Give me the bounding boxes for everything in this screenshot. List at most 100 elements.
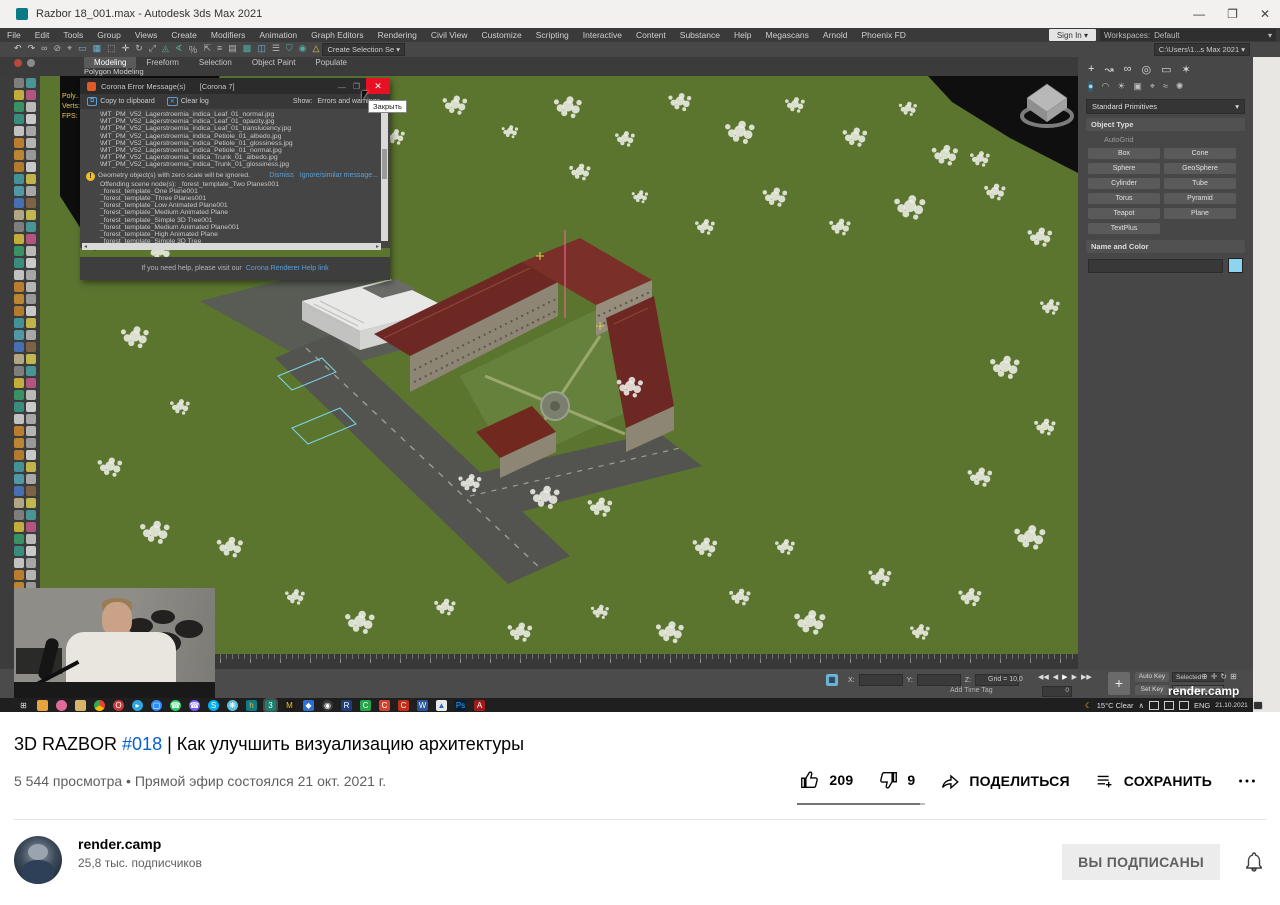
add-time-tag[interactable]: Add Time Tag xyxy=(950,687,993,694)
left-toolbar-icon[interactable] xyxy=(26,378,36,388)
left-toolbar-icon[interactable] xyxy=(26,366,36,376)
left-toolbar-icon[interactable] xyxy=(14,426,24,436)
c-red2-app-icon[interactable]: C xyxy=(398,699,409,711)
menu-item[interactable]: Help xyxy=(727,30,758,40)
left-toolbar-icon[interactable] xyxy=(14,510,24,520)
more-actions-button[interactable] xyxy=(1228,770,1266,792)
left-toolbar-icon[interactable] xyxy=(26,150,36,160)
dialog-maximize-icon[interactable]: ❐ xyxy=(353,82,360,91)
left-toolbar-icon[interactable] xyxy=(14,378,24,388)
left-toolbar-icon[interactable] xyxy=(14,342,24,352)
shapes-category-icon[interactable]: ◠ xyxy=(1101,81,1109,92)
object-type-button[interactable]: Tube xyxy=(1164,178,1236,189)
percent-snap-icon[interactable]: ％ xyxy=(188,43,197,56)
acrobat-icon[interactable]: A xyxy=(474,699,485,711)
left-toolbar-icon[interactable] xyxy=(26,210,36,220)
subscribed-button[interactable]: ВЫ ПОДПИСАНЫ xyxy=(1062,844,1220,880)
left-toolbar-icon[interactable] xyxy=(26,186,36,196)
menu-item[interactable]: Rendering xyxy=(371,30,424,40)
left-toolbar-icon[interactable] xyxy=(26,90,36,100)
undo-icon[interactable]: ↶ xyxy=(14,43,22,56)
like-button[interactable]: 209 xyxy=(791,769,861,791)
left-toolbar-icon[interactable] xyxy=(26,522,36,532)
left-toolbar-icon[interactable] xyxy=(14,162,24,172)
primitives-category-dropdown[interactable]: Standard Primitives ▾ xyxy=(1086,99,1245,114)
y-coordinate-field[interactable] xyxy=(916,674,961,686)
selection-set-dropdown[interactable]: Create Selection Se ▾ xyxy=(322,43,406,56)
orbit-icon[interactable]: ↻ xyxy=(1220,672,1227,681)
menu-item[interactable]: Scripting xyxy=(529,30,576,40)
left-toolbar-icon[interactable] xyxy=(14,210,24,220)
add-keyframe-button[interactable]: + xyxy=(1108,672,1130,695)
layer-manager-icon[interactable]: ▤ xyxy=(228,43,237,56)
left-toolbar-icon[interactable] xyxy=(26,234,36,244)
set-key-button[interactable]: Set Key xyxy=(1135,685,1169,695)
video-player[interactable]: Razbor 18_001.max - Autodesk 3ds Max 202… xyxy=(0,0,1280,712)
left-toolbar-icon[interactable] xyxy=(14,282,24,292)
select-and-link-icon[interactable]: ∞ xyxy=(41,43,47,56)
left-toolbar-icon[interactable] xyxy=(26,402,36,412)
left-toolbar-icon[interactable] xyxy=(14,366,24,376)
dialog-vertical-scrollbar[interactable] xyxy=(381,109,388,241)
left-toolbar-icon[interactable] xyxy=(14,546,24,556)
language-indicator[interactable]: ENG xyxy=(1194,701,1210,710)
dialog-horizontal-scrollbar[interactable]: ◂ ▸ xyxy=(82,243,381,250)
angle-snap-icon[interactable]: ∢ xyxy=(175,43,183,56)
close-icon[interactable]: ✕ xyxy=(1260,7,1270,21)
left-toolbar-icon[interactable] xyxy=(26,534,36,544)
select-and-move-icon[interactable]: ✛ xyxy=(122,43,130,56)
left-toolbar-icon[interactable] xyxy=(14,90,24,100)
render-setup-icon[interactable]: ⛉ xyxy=(286,43,293,56)
left-toolbar-icon[interactable] xyxy=(26,294,36,304)
left-toolbar-icon[interactable] xyxy=(26,510,36,520)
minimize-icon[interactable]: — xyxy=(1193,7,1205,21)
object-type-button[interactable]: GeoSphere xyxy=(1164,163,1236,174)
notification-icon[interactable] xyxy=(1252,700,1263,710)
left-toolbar-icon[interactable] xyxy=(26,546,36,556)
left-toolbar-icon[interactable] xyxy=(14,306,24,316)
left-toolbar-icon[interactable] xyxy=(14,138,24,148)
notification-bell-icon[interactable] xyxy=(1242,850,1266,874)
left-toolbar-icon[interactable] xyxy=(26,78,36,88)
menu-item[interactable]: Graph Editors xyxy=(304,30,370,40)
next-frame-icon[interactable]: ▶ xyxy=(1072,673,1077,681)
object-type-button[interactable]: Box xyxy=(1088,148,1160,159)
left-toolbar-icon[interactable] xyxy=(26,102,36,112)
ribbon-subtitle[interactable]: Polygon Modeling xyxy=(84,67,144,76)
menu-item[interactable]: Tools xyxy=(56,30,90,40)
3ds-max-icon[interactable]: 3 xyxy=(263,697,278,712)
left-toolbar-icon[interactable] xyxy=(14,318,24,328)
object-color-swatch[interactable] xyxy=(1228,258,1243,273)
left-toolbar-icon[interactable] xyxy=(14,222,24,232)
volume-icon[interactable] xyxy=(1179,700,1189,710)
left-toolbar-icon[interactable] xyxy=(14,462,24,472)
dialog-minimize-icon[interactable]: — xyxy=(338,83,346,92)
unlink-selection-icon[interactable]: ⊘ xyxy=(54,43,62,56)
scene-explorer-icon[interactable]: ▩ xyxy=(243,43,252,56)
zoom-icon[interactable]: ⊕ xyxy=(1201,672,1208,681)
left-toolbar-icon[interactable] xyxy=(14,198,24,208)
cameras-category-icon[interactable]: ▣ xyxy=(1133,81,1142,92)
menu-item[interactable]: Modifiers xyxy=(204,30,252,40)
menu-item[interactable]: Substance xyxy=(673,30,727,40)
menu-item[interactable]: Arnold xyxy=(816,30,855,40)
create-tab-icon[interactable]: + xyxy=(1088,63,1094,76)
left-toolbar-icon[interactable] xyxy=(14,498,24,508)
menu-item[interactable]: Edit xyxy=(28,30,57,40)
channel-avatar[interactable] xyxy=(14,836,62,884)
left-toolbar-icon[interactable] xyxy=(26,306,36,316)
left-toolbar-icon[interactable] xyxy=(14,474,24,484)
auto-key-button[interactable]: Auto Key xyxy=(1135,672,1169,682)
left-toolbar-icon[interactable] xyxy=(26,282,36,292)
select-object-icon[interactable]: ▭ xyxy=(78,43,87,56)
curve-editor-icon[interactable]: ☰ xyxy=(272,43,280,56)
left-toolbar-icon[interactable] xyxy=(14,294,24,304)
c-red-app-icon[interactable]: C xyxy=(379,699,390,711)
left-toolbar-icon[interactable] xyxy=(26,462,36,472)
ribbon-tab[interactable]: Freeform xyxy=(136,57,188,68)
menu-item[interactable]: Animation xyxy=(252,30,304,40)
creative-app-icon[interactable]: ❋ xyxy=(227,699,238,711)
left-toolbar-icon[interactable] xyxy=(26,246,36,256)
ribbon-tab[interactable]: Object Paint xyxy=(242,57,306,68)
ribbon-circle-icon[interactable] xyxy=(14,59,22,67)
